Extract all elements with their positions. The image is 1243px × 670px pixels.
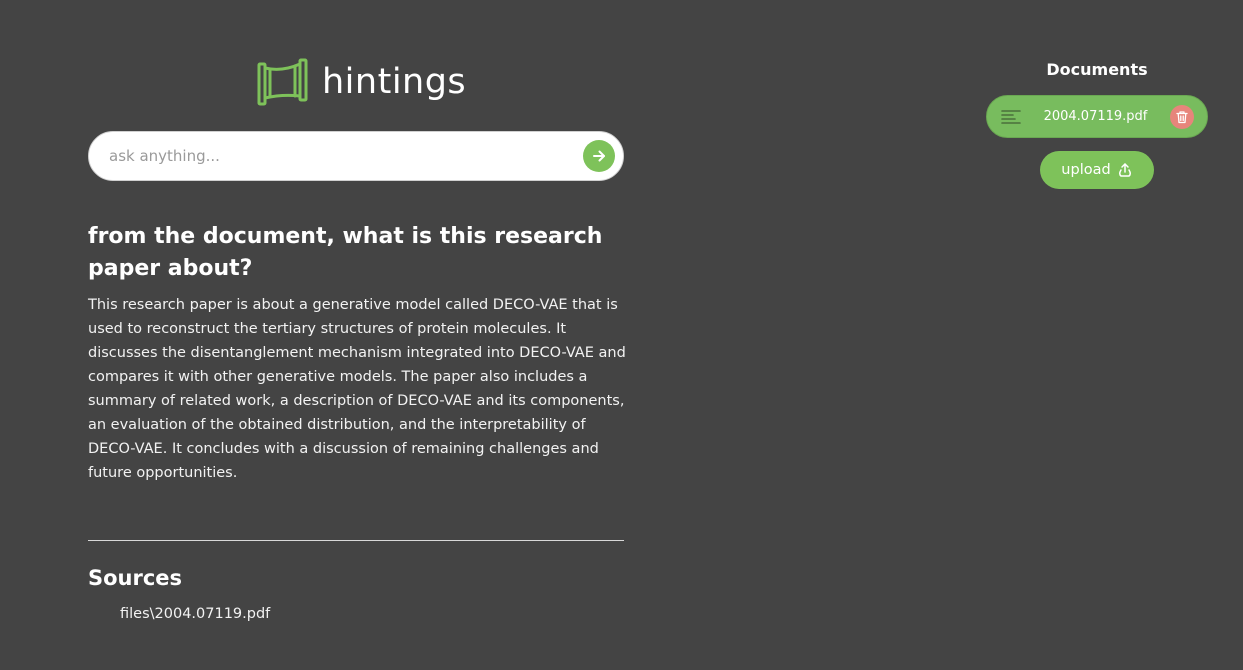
question-heading: from the document, what is this research… <box>88 224 603 281</box>
arrow-right-icon <box>593 150 605 162</box>
documents-title: Documents <box>1046 60 1148 79</box>
upload-label: upload <box>1061 162 1111 178</box>
scroll-logo-icon <box>257 58 308 106</box>
source-link[interactable]: files\2004.07119.pdf <box>120 603 270 625</box>
document-name[interactable]: 2004.07119.pdf <box>1021 109 1170 124</box>
upload-icon <box>1118 163 1131 177</box>
app-name: hintings <box>322 61 467 102</box>
list-icon[interactable] <box>1001 109 1021 125</box>
logo: hintings <box>256 56 466 108</box>
answer-text: This research paper is about a generativ… <box>88 297 626 481</box>
divider <box>88 540 624 541</box>
search-bar <box>88 131 624 181</box>
document-item[interactable]: 2004.07119.pdf <box>986 95 1208 138</box>
submit-button[interactable] <box>583 140 615 172</box>
trash-icon <box>1176 110 1188 123</box>
search-input[interactable] <box>89 132 583 180</box>
delete-document-button[interactable] <box>1170 104 1194 129</box>
upload-button[interactable]: upload <box>1040 151 1154 189</box>
sources-title: Sources <box>88 566 183 590</box>
